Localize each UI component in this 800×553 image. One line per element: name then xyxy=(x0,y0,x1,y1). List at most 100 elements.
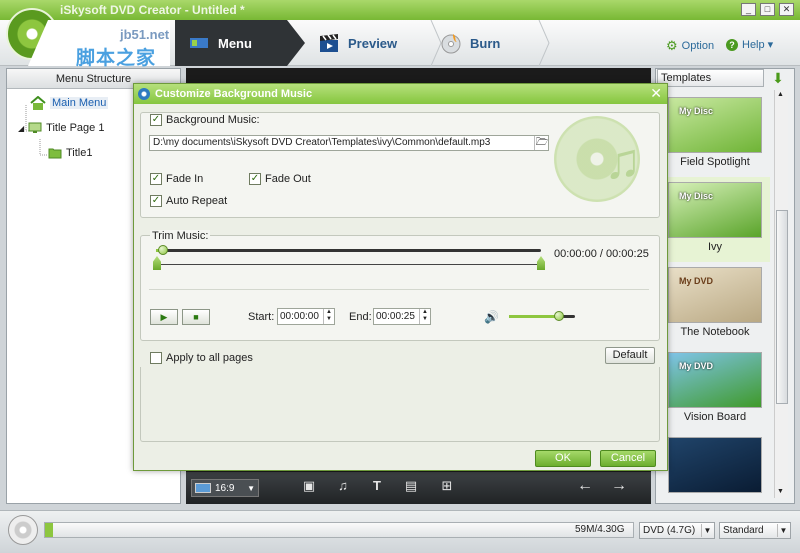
template-name: Ivy xyxy=(707,241,723,253)
apply-all-pages-label: Apply to all pages xyxy=(166,352,253,364)
music-icon[interactable]: ♫ xyxy=(334,478,352,494)
music-file-path-field[interactable]: D:\my documents\iSkysoft DVD Creator\Tem… xyxy=(149,135,549,151)
dialog-close-button[interactable]: ✕ xyxy=(650,86,662,101)
template-thumbnail: My Disc xyxy=(668,97,762,153)
app-title: iSkysoft DVD Creator - Untitled * xyxy=(60,3,245,17)
volume-slider-knob[interactable] xyxy=(554,311,564,321)
text-icon[interactable]: T xyxy=(368,478,386,494)
tab-burn[interactable]: Burn xyxy=(440,20,500,66)
tab-menu-label: Menu xyxy=(218,35,252,51)
stop-button[interactable]: ■ xyxy=(182,309,210,325)
auto-repeat-checkbox[interactable]: ✓ Auto Repeat xyxy=(150,195,227,207)
maximize-button[interactable]: □ xyxy=(760,3,775,16)
image-icon[interactable]: ▣ xyxy=(300,478,318,494)
start-label: Start: xyxy=(248,311,275,323)
browse-folder-icon[interactable]: 🗁 xyxy=(534,136,549,150)
chapter-icon[interactable]: ▤ xyxy=(402,478,420,494)
apply-all-pages-checkbox[interactable]: Apply to all pages xyxy=(150,352,253,364)
arrow-left-icon[interactable]: ← xyxy=(576,478,594,494)
burn-disc-icon xyxy=(441,34,461,54)
tree-item-title-page-1[interactable]: ◢ Title Page 1 xyxy=(18,122,104,134)
default-button[interactable]: Default xyxy=(605,347,655,364)
fade-in-checkbox[interactable]: ✓ Fade In xyxy=(150,173,203,185)
background-music-label: Background Music: xyxy=(166,114,260,126)
tree-item-label: Title1 xyxy=(66,147,93,159)
tree-item-title1[interactable]: Title1 xyxy=(48,147,93,159)
trim-range-line xyxy=(156,264,541,265)
play-icon: ▶ xyxy=(160,312,168,322)
dialog-bottom-panel xyxy=(140,367,660,442)
help-label: Help ▾ xyxy=(742,39,774,51)
volume-icon[interactable]: 🔊 xyxy=(484,310,499,324)
quality-value: Standard xyxy=(723,525,764,536)
option-button[interactable]: ⚙ Option xyxy=(666,38,714,54)
checkbox-box: ✓ xyxy=(150,173,162,185)
templates-scrollbar[interactable] xyxy=(774,90,788,498)
spinner-arrows-icon[interactable]: ▲ ▼ xyxy=(323,309,334,324)
fade-out-checkbox[interactable]: ✓ Fade Out xyxy=(249,173,311,185)
time-readout: 00:00:00 / 00:00:25 xyxy=(554,248,649,260)
expand-arrow-icon: ◢ xyxy=(18,123,25,133)
tree-item-main-menu[interactable]: Main Menu xyxy=(30,96,109,110)
template-thumb-title: My Disc xyxy=(679,106,714,116)
template-name: The Notebook xyxy=(680,326,750,338)
disc-icon xyxy=(8,515,38,545)
template-vision-board[interactable]: My DVD Vision Board xyxy=(660,347,770,432)
music-disc-icon xyxy=(138,88,150,100)
template-field-spotlight[interactable]: My Disc Field Spotlight xyxy=(660,92,770,177)
add-thumbnail-icon[interactable]: ⊞ xyxy=(438,478,456,494)
close-window-button[interactable]: ✕ xyxy=(779,3,794,16)
trim-divider xyxy=(149,289,649,290)
capacity-text: 59M/4.30G xyxy=(575,524,625,535)
quality-select[interactable]: Standard ▼ xyxy=(719,522,791,539)
help-button[interactable]: ? Help ▾ xyxy=(726,38,773,51)
templates-dropdown[interactable]: Templates xyxy=(657,69,764,87)
gear-icon: ⚙ xyxy=(666,38,678,53)
auto-repeat-label: Auto Repeat xyxy=(166,195,228,207)
capacity-bar-fill xyxy=(45,523,53,537)
ok-button[interactable]: OK xyxy=(535,450,591,467)
screen-icon xyxy=(195,483,211,493)
end-time-value: 00:00:25 xyxy=(376,311,415,322)
scroll-down-icon[interactable]: ▼ xyxy=(777,488,784,495)
tab-burn-label: Burn xyxy=(470,35,501,51)
disc-type-select[interactable]: DVD (4.7G) ▼ xyxy=(639,522,715,539)
start-time-value: 00:00:00 xyxy=(280,311,319,322)
tab-menu[interactable]: Menu xyxy=(188,20,252,66)
trim-progress-track[interactable] xyxy=(156,249,541,252)
nav-separator-icon xyxy=(430,20,442,66)
template-thumb-title: My DVD xyxy=(679,361,714,371)
tab-preview[interactable]: Preview xyxy=(318,20,397,66)
template-name: Vision Board xyxy=(683,411,747,423)
template-thumbnail: My Disc xyxy=(668,182,762,238)
cancel-button[interactable]: Cancel xyxy=(600,450,656,467)
download-icon[interactable]: ⬇ xyxy=(770,70,786,86)
scroll-up-icon[interactable]: ▲ xyxy=(777,91,784,98)
start-time-input[interactable]: 00:00:00 ▲ ▼ xyxy=(277,308,335,325)
template-ivy[interactable]: My Disc Ivy xyxy=(660,177,770,262)
background-music-checkbox[interactable]: ✓ Background Music: xyxy=(150,114,260,126)
clapperboard-icon xyxy=(320,34,338,52)
option-label: Option xyxy=(681,40,715,52)
volume-slider-fill xyxy=(509,315,559,318)
play-button[interactable]: ▶ xyxy=(150,309,178,325)
trim-playhead-knob[interactable] xyxy=(158,245,168,255)
tab-preview-label: Preview xyxy=(348,35,398,51)
chevron-down-icon: ▼ xyxy=(247,483,255,493)
spinner-arrows-icon[interactable]: ▲ ▼ xyxy=(419,309,430,324)
template-thumbnail: My DVD xyxy=(668,352,762,408)
aspect-ratio-value: 16:9 xyxy=(215,482,235,494)
arrow-right-icon[interactable]: → xyxy=(610,478,628,494)
template-item[interactable] xyxy=(660,432,770,498)
end-time-input[interactable]: 00:00:25 ▲ ▼ xyxy=(373,308,431,325)
customize-background-music-dialog: Customize Background Music ✕ ♫ ✓ Backgro… xyxy=(133,83,668,471)
template-name: Field Spotlight xyxy=(680,156,750,168)
aspect-ratio-select[interactable]: 16:9 ▼ xyxy=(191,479,259,497)
scrollbar-thumb[interactable] xyxy=(776,210,788,404)
menu-icon xyxy=(190,38,208,48)
template-thumb-title: My Disc xyxy=(679,191,714,201)
template-the-notebook[interactable]: My DVD The Notebook xyxy=(660,262,770,347)
stop-icon: ■ xyxy=(193,312,199,322)
fade-in-label: Fade In xyxy=(166,173,204,185)
minimize-button[interactable]: _ xyxy=(741,3,756,16)
